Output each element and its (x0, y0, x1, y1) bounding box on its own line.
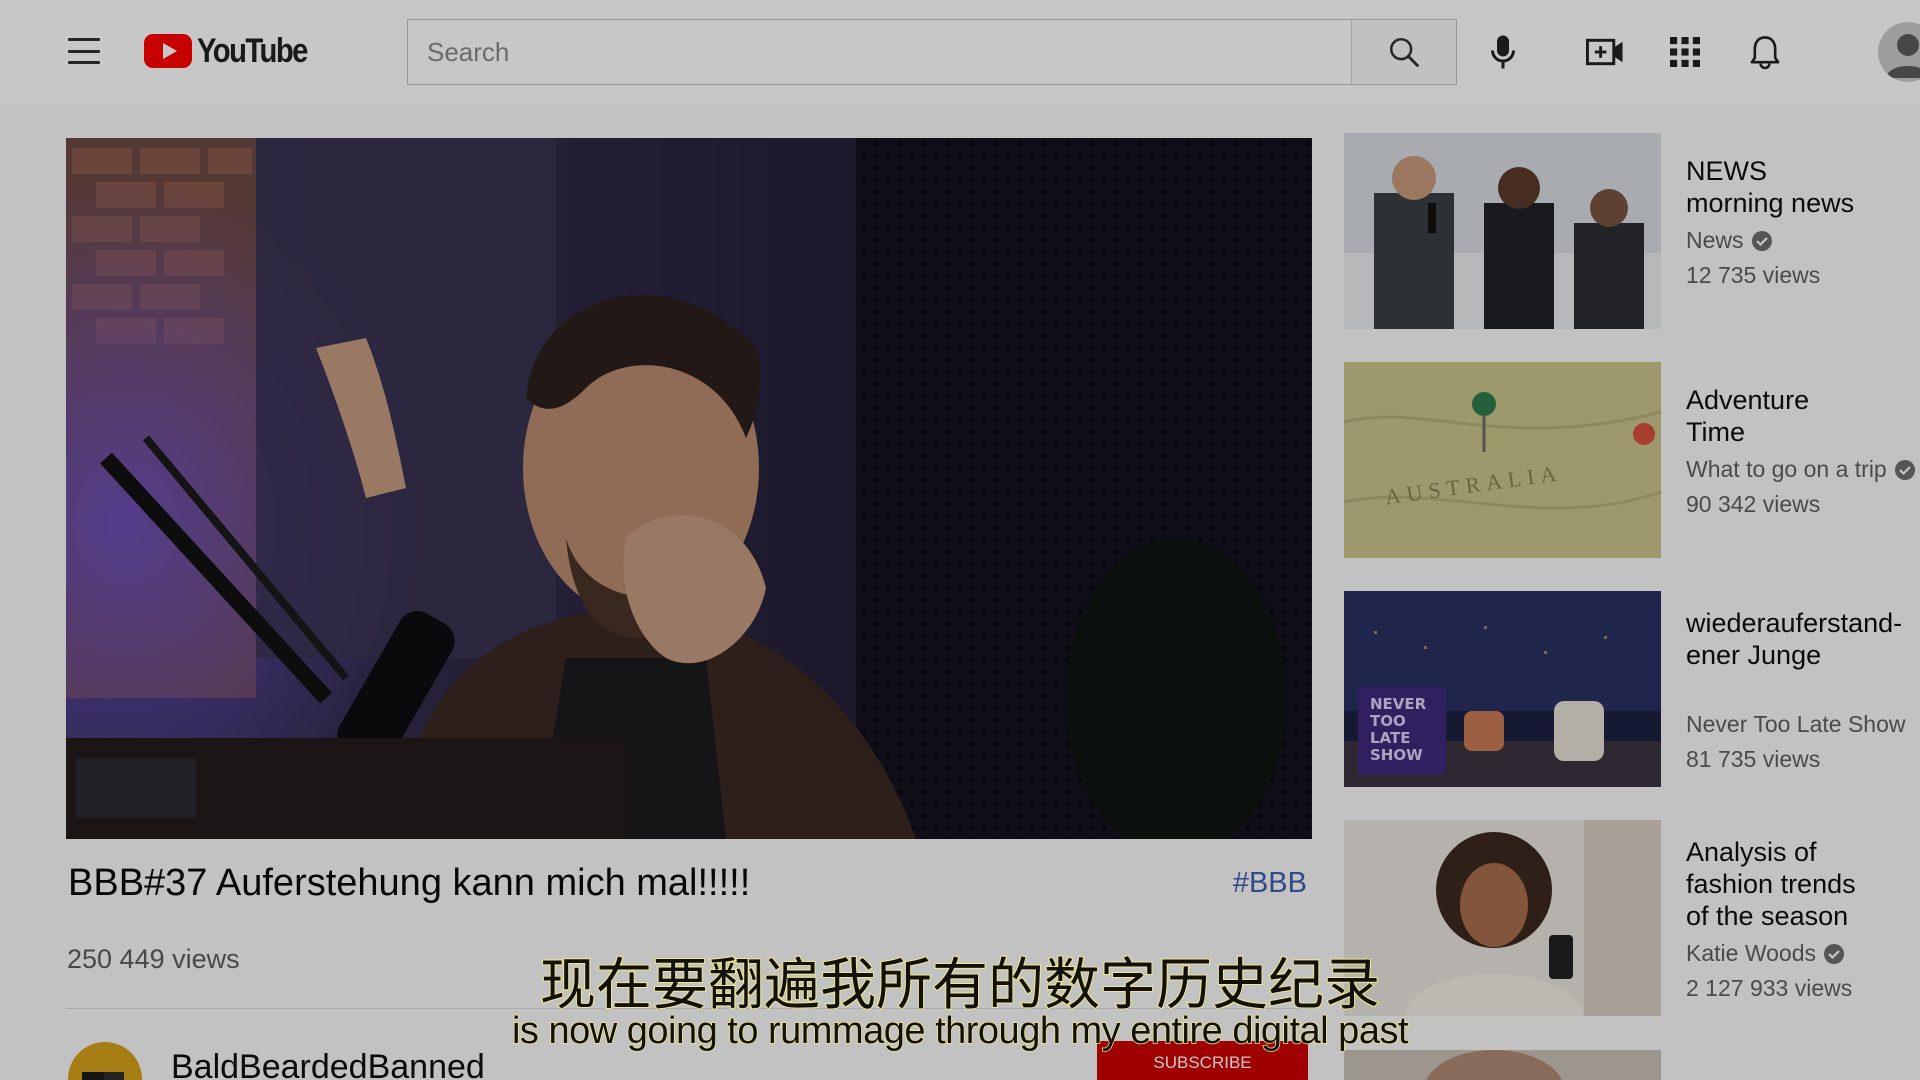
channel-name[interactable]: BaldBeardedBanned (171, 1048, 485, 1080)
verified-check-icon (1894, 459, 1916, 481)
video-thumbnail: AUSTRALIA (1344, 362, 1661, 558)
recommended-video-views: 90 342 views (1686, 491, 1821, 517)
youtube-logo-icon (144, 34, 192, 68)
recommended-video-channel: Never Too Late Show (1686, 711, 1920, 738)
recommended-video-1[interactable]: NEWS morning news News 12 735 views (1344, 133, 1920, 329)
notifications-button[interactable] (1742, 29, 1788, 75)
video-thumbnail (1344, 820, 1661, 1016)
microphone-icon (1491, 35, 1515, 69)
create-button[interactable] (1582, 29, 1628, 75)
recommended-video-3[interactable]: NEVER TOO LATE SHOW wiederauferstand- ener … (1344, 591, 1920, 787)
top-header: YouTube (0, 0, 1920, 104)
video-player[interactable] (66, 138, 1312, 839)
recommended-video-title[interactable]: NEWS morning news (1686, 155, 1920, 219)
menu-icon[interactable] (62, 34, 106, 68)
search-bar (407, 19, 1457, 85)
video-thumbnail: NEVER TOO LATE SHOW (1344, 591, 1661, 787)
search-icon (1389, 37, 1419, 67)
apps-button[interactable] (1662, 29, 1708, 75)
recommended-video-4[interactable]: Analysis of fashion trends of the season… (1344, 820, 1920, 1016)
search-input[interactable] (408, 20, 1351, 84)
user-icon (1886, 34, 1920, 78)
subscribe-button[interactable]: SUBSCRIBE (1097, 1041, 1308, 1080)
voice-search-button[interactable] (1480, 29, 1526, 75)
video-thumbnail (1344, 1050, 1661, 1080)
divider (66, 1008, 1312, 1009)
recommended-video-title[interactable]: wiederauferstand- ener Junge (1686, 607, 1920, 671)
recommended-video-views: 2 127 933 views (1686, 975, 1853, 1001)
channel-label: What to go on a trip (1686, 456, 1887, 482)
recommended-video-channel: What to go on a trip (1686, 456, 1920, 483)
youtube-logo[interactable]: YouTube (144, 31, 325, 71)
logo-text: YouTube (197, 31, 308, 70)
channel-label: Katie Woods (1686, 940, 1816, 966)
video-thumbnail (1344, 133, 1661, 329)
verified-check-icon (1823, 943, 1845, 965)
video-view-count: 250 449 views (67, 944, 240, 974)
channel-label: Never Too Late Show (1686, 711, 1906, 737)
video-title: BBB#37 Auferstehung kann mich mal!!!!! (68, 862, 751, 904)
recommended-video-5[interactable] (1344, 1050, 1920, 1080)
account-avatar[interactable] (1878, 22, 1920, 82)
channel-avatar[interactable] (68, 1042, 142, 1080)
verified-check-icon (1751, 230, 1773, 252)
recommended-video-channel: Katie Woods (1686, 940, 1920, 967)
recommended-video-views: 12 735 views (1686, 262, 1821, 288)
search-button[interactable] (1351, 20, 1456, 84)
video-frame (66, 138, 1312, 839)
recommended-video-2[interactable]: AUSTRALIA Adventure Time What to go on a… (1344, 362, 1920, 558)
notifications-bell-icon (1750, 36, 1780, 70)
channel-logo-icon (82, 1072, 124, 1080)
recommended-video-title[interactable]: Adventure Time (1686, 384, 1920, 448)
recommended-video-channel: News (1686, 227, 1920, 254)
recommended-video-title[interactable]: Analysis of fashion trends of the season (1686, 836, 1920, 932)
channel-label: News (1686, 227, 1744, 253)
video-hashtag[interactable]: #BBB (1233, 867, 1307, 900)
create-video-icon (1586, 38, 1623, 66)
recommended-video-views: 81 735 views (1686, 746, 1821, 772)
apps-grid-icon (1670, 37, 1700, 67)
subtitle-english: is now going to rummage through my entir… (511, 1009, 1409, 1053)
